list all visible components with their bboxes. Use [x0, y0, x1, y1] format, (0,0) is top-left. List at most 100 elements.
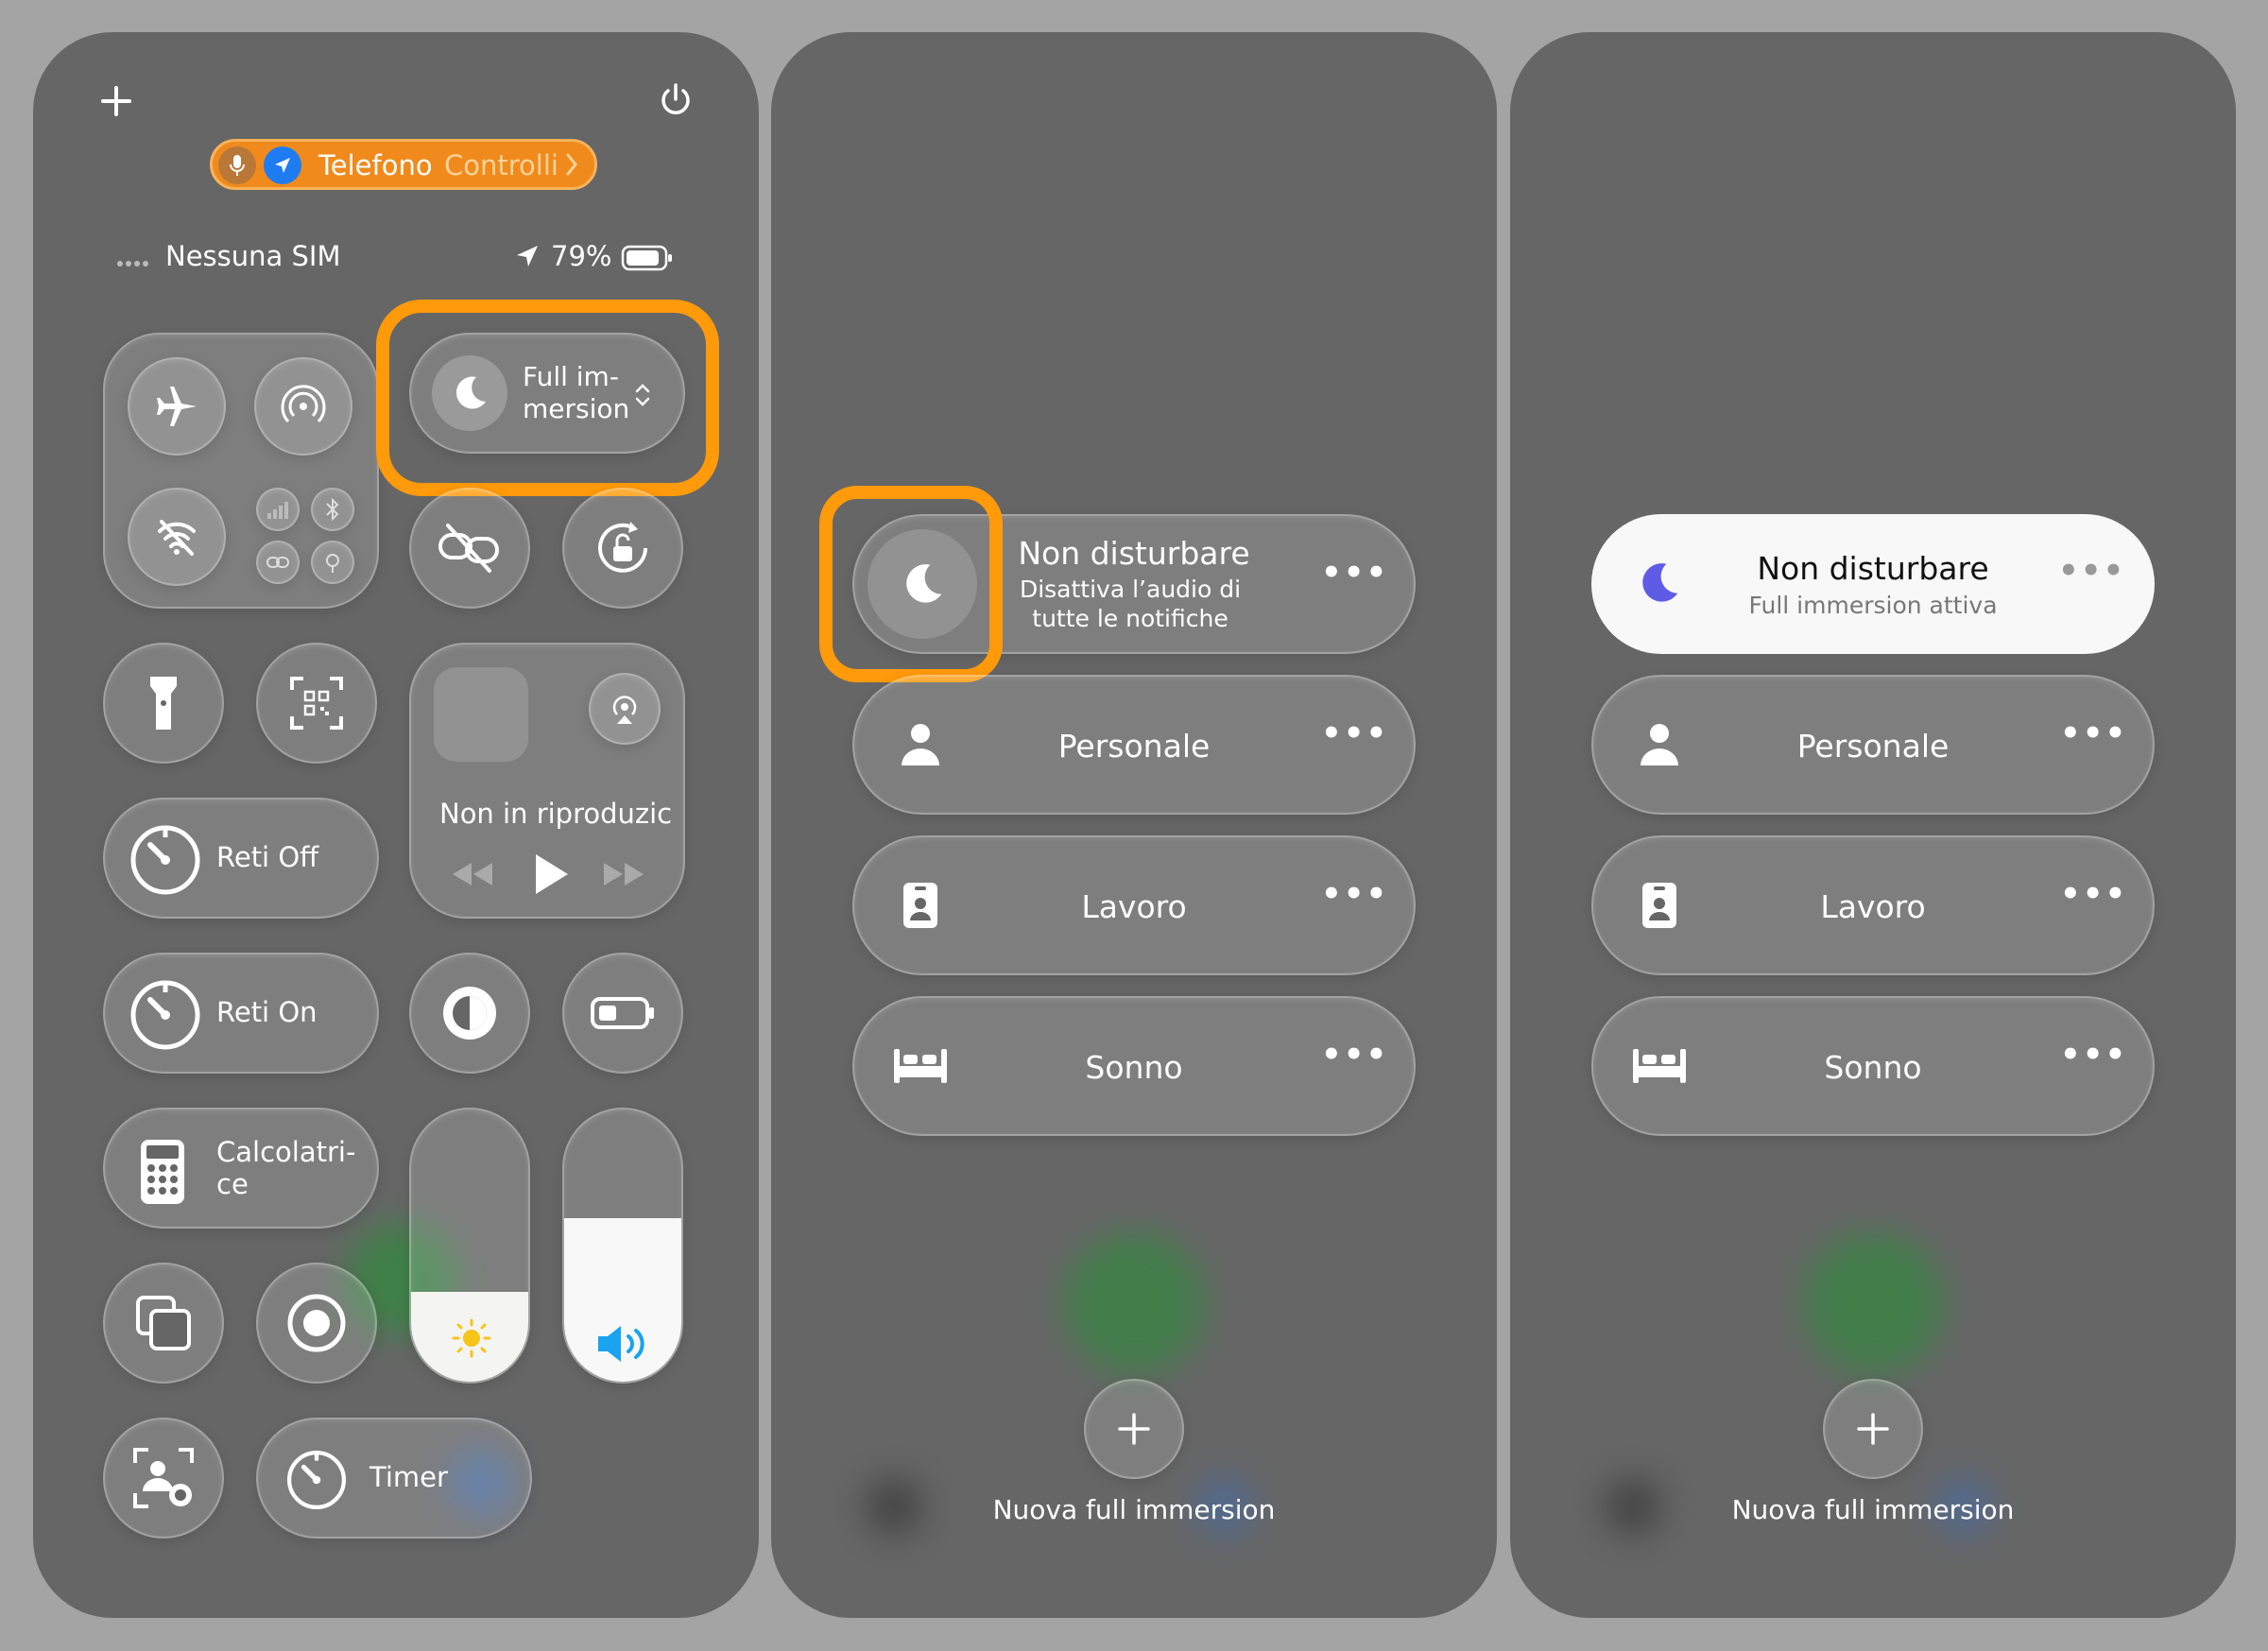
- play-icon[interactable]: [532, 851, 570, 898]
- now-playing-text: Non in riproduzic: [439, 798, 673, 830]
- more-options-icon[interactable]: •••: [2060, 714, 2127, 752]
- new-focus-button[interactable]: [1823, 1379, 1923, 1479]
- bluetooth-off-icon: [326, 497, 339, 522]
- more-options-icon[interactable]: •••: [1321, 1036, 1388, 1074]
- airplay-button[interactable]: [589, 673, 661, 745]
- more-options-icon[interactable]: •••: [2058, 552, 2125, 590]
- low-power-mode-button[interactable]: [562, 953, 683, 1074]
- power-icon[interactable]: [657, 81, 695, 119]
- plus-icon: [1118, 1413, 1150, 1445]
- sun-icon: [451, 1317, 492, 1359]
- stage-manager-button[interactable]: [103, 1263, 224, 1384]
- flashlight-button[interactable]: [103, 643, 224, 764]
- highlight-focus-tile: [376, 300, 719, 496]
- reti-off-label: Reti Off: [216, 841, 319, 873]
- background-blur: [1803, 1232, 1945, 1374]
- screen-mirroring-button[interactable]: [409, 488, 530, 609]
- new-focus-button[interactable]: [1084, 1379, 1184, 1479]
- add-icon[interactable]: [99, 84, 133, 118]
- more-options-icon[interactable]: •••: [1321, 554, 1388, 592]
- status-pill-app: Telefono: [318, 149, 433, 181]
- privacy-status-pill[interactable]: Telefono Controlli: [210, 139, 597, 190]
- wifi-button[interactable]: [128, 488, 226, 586]
- fast-forward-icon[interactable]: [602, 860, 647, 888]
- link-icon: [266, 557, 289, 568]
- new-focus-label: Nuova full immersion: [992, 1494, 1276, 1525]
- more-options-icon[interactable]: •••: [1321, 714, 1388, 752]
- airdrop-button[interactable]: [254, 357, 352, 456]
- battery-percent: 79%: [551, 240, 612, 272]
- timer-label: Timer: [369, 1461, 448, 1493]
- location-icon: [264, 146, 301, 184]
- focus-dnd-subtitle: Full immersion attiva: [1748, 592, 1998, 619]
- dark-mode-button[interactable]: [409, 953, 530, 1074]
- satellite-icon: [326, 554, 339, 573]
- connectivity-module: [103, 333, 379, 609]
- cellular-icon: [267, 502, 288, 519]
- focus-sleep[interactable]: Sonno •••: [852, 996, 1416, 1136]
- focus-menu-panel-active: Non disturbare Full immersion attiva •••…: [1510, 32, 2236, 1618]
- chevron-right-icon: [564, 151, 579, 178]
- battery-icon: [621, 245, 674, 271]
- now-playing-module[interactable]: Non in riproduzic: [409, 643, 685, 919]
- qr-code-icon: [290, 677, 343, 730]
- focus-work[interactable]: Lavoro •••: [852, 835, 1416, 975]
- rewind-icon[interactable]: [449, 860, 494, 888]
- carrier-label: Nessuna SIM: [165, 240, 341, 272]
- screen-recording-button[interactable]: [256, 1263, 377, 1384]
- focus-dnd-subtitle: Disattiva l’audio di tutte le notifiche: [1019, 576, 1242, 632]
- more-options-icon[interactable]: •••: [2060, 1036, 2127, 1074]
- calculator-label: Calcolatri- ce: [216, 1136, 356, 1200]
- link-off-icon: [438, 524, 499, 573]
- more-options-icon[interactable]: •••: [2060, 875, 2127, 913]
- speaker-icon: [594, 1323, 655, 1365]
- calculator-button[interactable]: Calcolatri- ce: [103, 1108, 379, 1229]
- calculator-icon: [139, 1138, 186, 1206]
- volume-slider[interactable]: [562, 1108, 683, 1384]
- screen-mirror-icon: [136, 1296, 191, 1350]
- code-scanner-button[interactable]: [256, 643, 377, 764]
- dark-mode-icon: [443, 987, 496, 1040]
- focus-personal[interactable]: Personale •••: [852, 675, 1416, 815]
- timer-shortcut[interactable]: Timer: [256, 1418, 532, 1539]
- satellite-button[interactable]: [311, 541, 354, 584]
- plus-icon: [1857, 1413, 1889, 1445]
- focus-menu-panel: Non disturbare Disattiva l’audio di tutt…: [771, 32, 1497, 1618]
- bluetooth-button[interactable]: [311, 488, 354, 531]
- accessibility-shortcut-button[interactable]: [103, 1418, 224, 1539]
- airplane-mode-button[interactable]: [128, 357, 226, 456]
- airdrop-icon: [281, 385, 326, 423]
- focus-do-not-disturb-active[interactable]: Non disturbare Full immersion attiva •••: [1591, 514, 2155, 654]
- record-icon: [287, 1294, 346, 1352]
- rotation-lock-icon: [598, 522, 647, 573]
- signal-dots-icon: [116, 259, 154, 268]
- cellular-button[interactable]: [256, 488, 300, 531]
- location-arrow-icon: [513, 242, 541, 270]
- reti-off-shortcut[interactable]: Reti Off: [103, 798, 379, 919]
- airplay-audio-icon: [612, 696, 637, 724]
- wifi-off-icon: [158, 520, 196, 556]
- highlight-moon-button: [819, 486, 1003, 682]
- background-blur: [1064, 1232, 1206, 1374]
- rotation-lock-button[interactable]: [562, 488, 683, 609]
- person-scan-icon: [133, 1448, 194, 1508]
- status-pill-action: Controlli: [444, 149, 558, 181]
- microphone-icon: [218, 146, 256, 184]
- new-focus-label: Nuova full immersion: [1731, 1494, 2015, 1525]
- control-center-panel: Telefono Controlli Nessuna SIM 79% Full …: [33, 32, 759, 1618]
- timer-dial-icon: [128, 977, 203, 1053]
- brightness-slider[interactable]: [409, 1108, 530, 1384]
- focus-work[interactable]: Lavoro •••: [1591, 835, 2155, 975]
- flashlight-icon: [150, 677, 177, 730]
- album-art-placeholder: [434, 667, 528, 762]
- timer-dial-icon: [284, 1448, 349, 1512]
- reti-on-label: Reti On: [216, 996, 318, 1028]
- focus-personal[interactable]: Personale •••: [1591, 675, 2155, 815]
- battery-low-icon: [591, 997, 654, 1029]
- focus-sleep[interactable]: Sonno •••: [1591, 996, 2155, 1136]
- timer-dial-icon: [128, 822, 203, 898]
- airplane-icon: [157, 387, 197, 426]
- reti-on-shortcut[interactable]: Reti On: [103, 953, 379, 1074]
- personal-hotspot-button[interactable]: [256, 541, 300, 584]
- more-options-icon[interactable]: •••: [1321, 875, 1388, 913]
